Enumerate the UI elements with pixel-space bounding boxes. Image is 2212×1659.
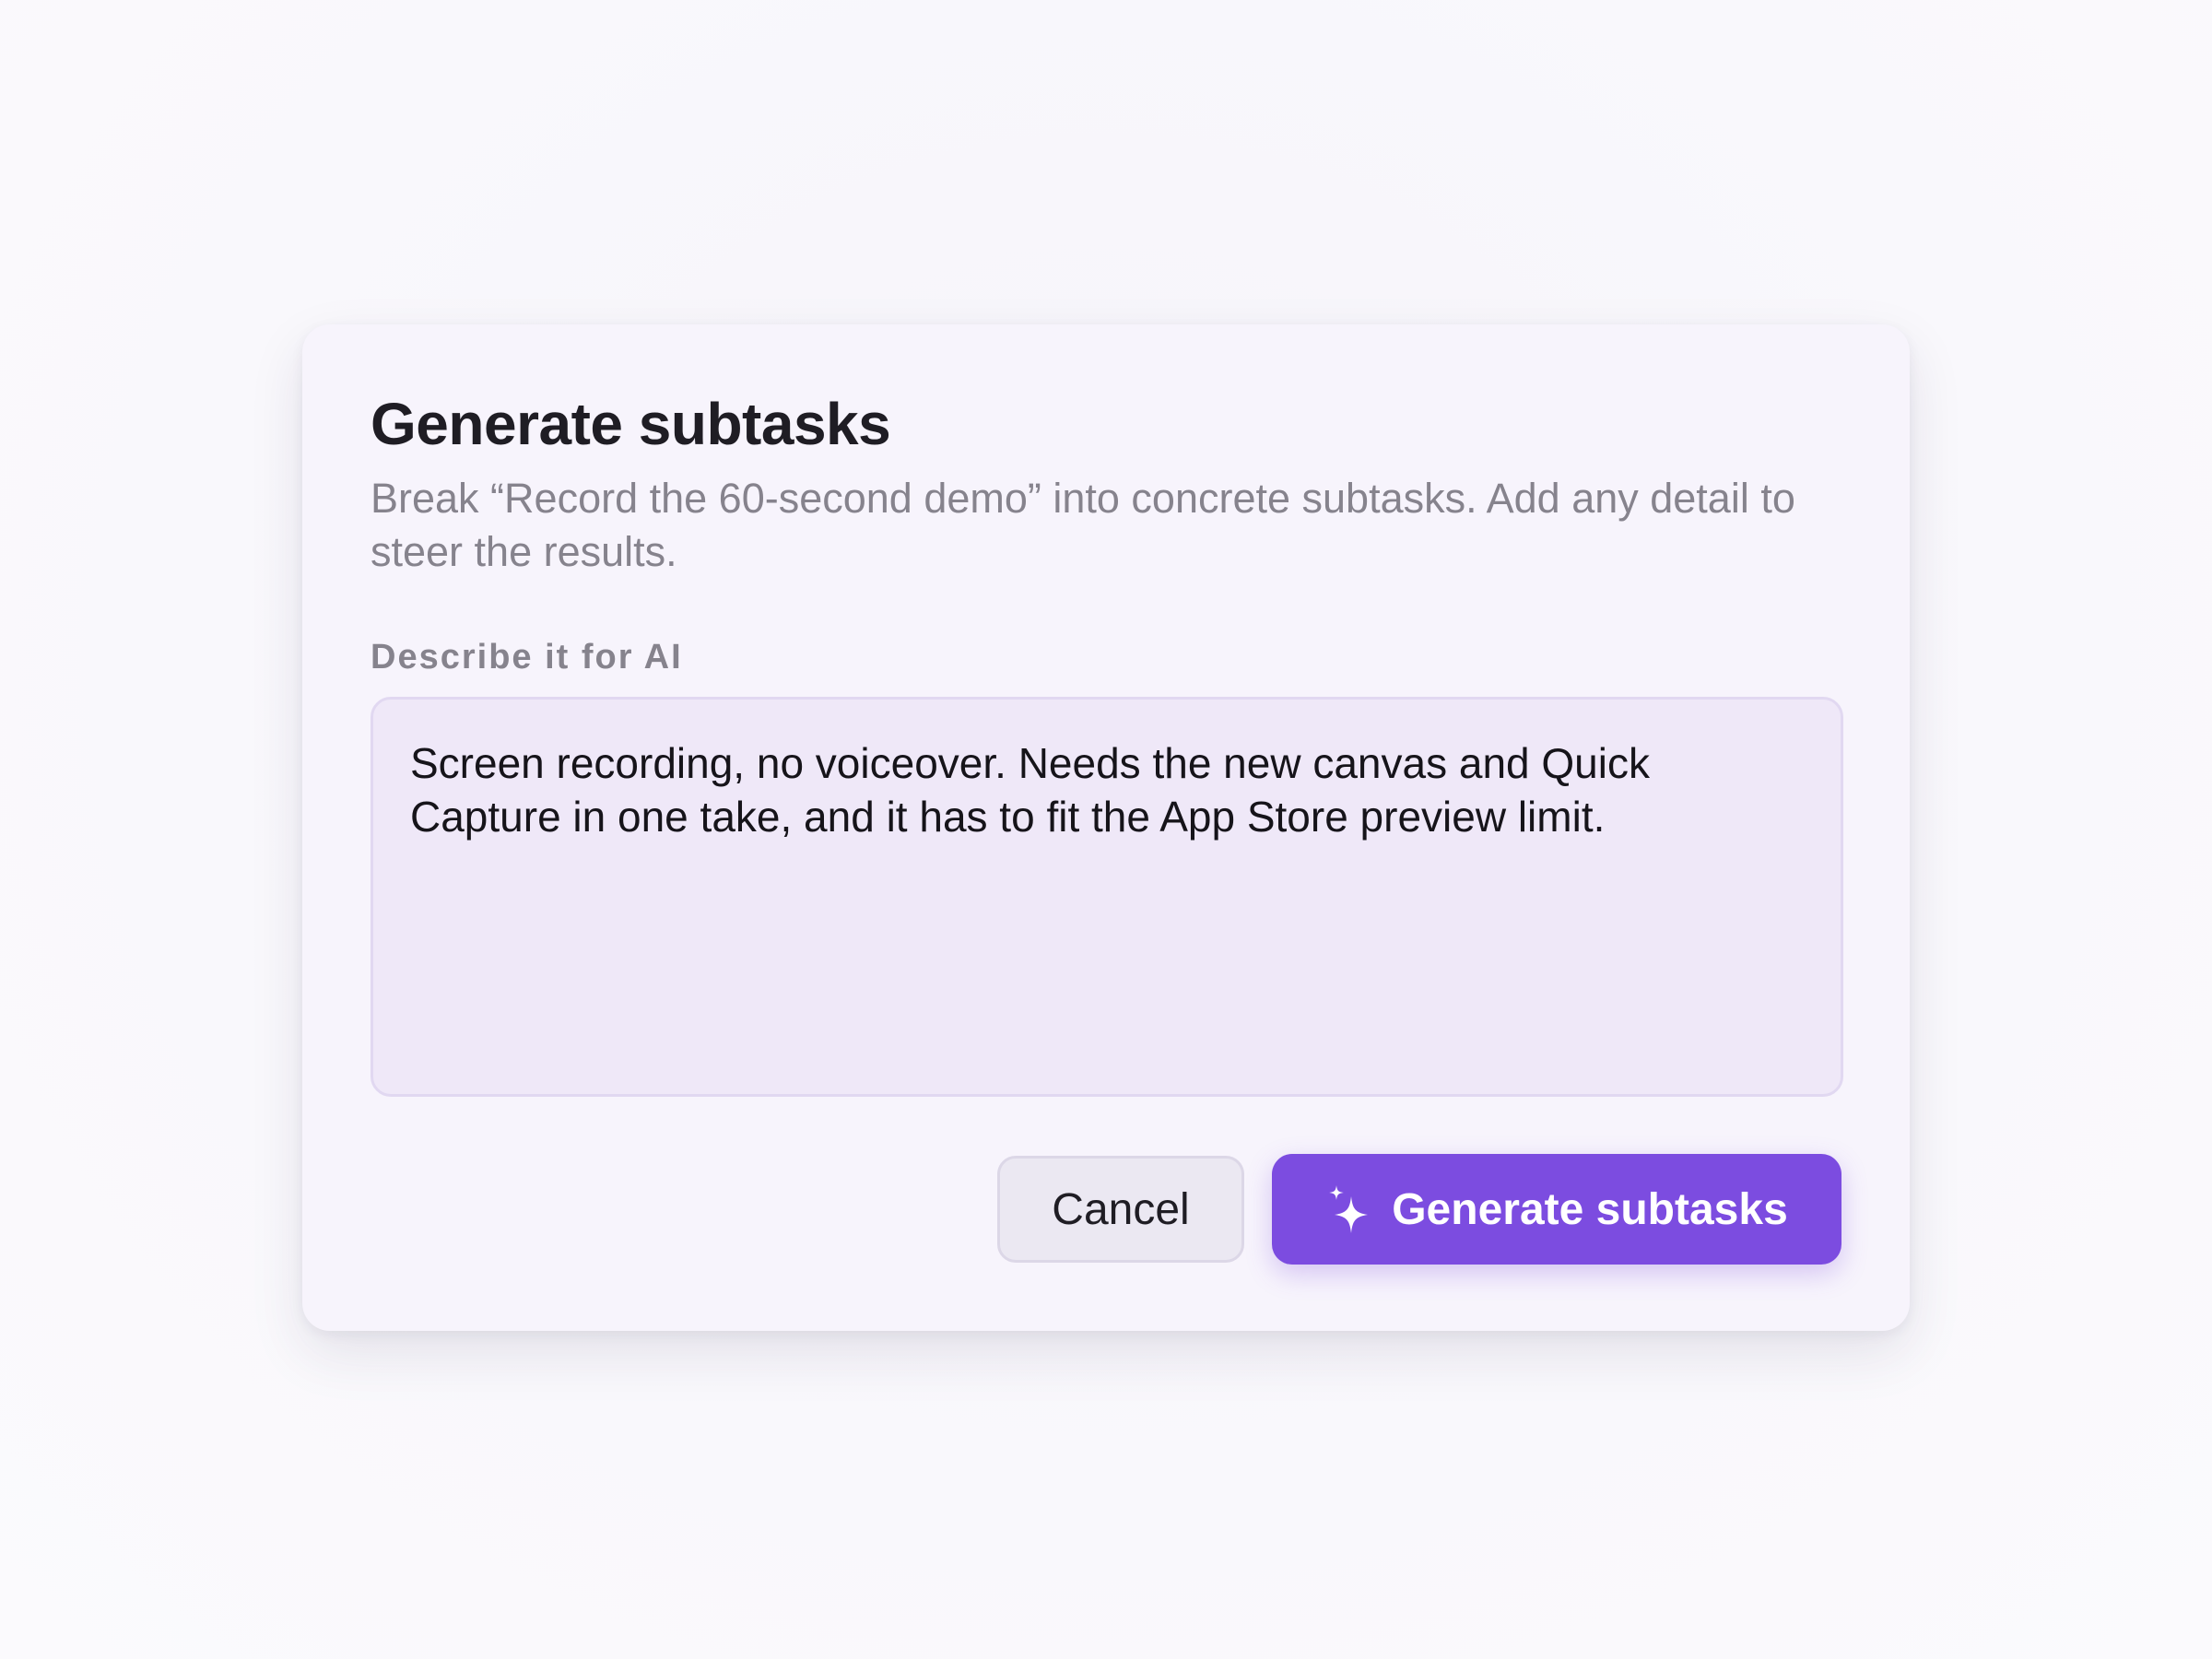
generate-subtasks-dialog: Generate subtasks Break “Record the 60-s… <box>302 324 1910 1331</box>
generate-button-label: Generate subtasks <box>1392 1184 1788 1234</box>
sparkle-icon <box>1329 1185 1369 1233</box>
cancel-button[interactable]: Cancel <box>997 1156 1244 1263</box>
dialog-title: Generate subtasks <box>371 391 891 457</box>
dialog-description: Break “Record the 60-second demo” into c… <box>371 475 1795 575</box>
dialog-actions: Cancel Generate subtasks <box>997 1154 1841 1265</box>
describe-textarea[interactable]: Screen recording, no voiceover. Needs th… <box>371 697 1843 1097</box>
describe-field-label: Describe it for AI <box>371 638 683 677</box>
generate-subtasks-button[interactable]: Generate subtasks <box>1272 1154 1841 1265</box>
cancel-button-label: Cancel <box>1052 1184 1190 1234</box>
